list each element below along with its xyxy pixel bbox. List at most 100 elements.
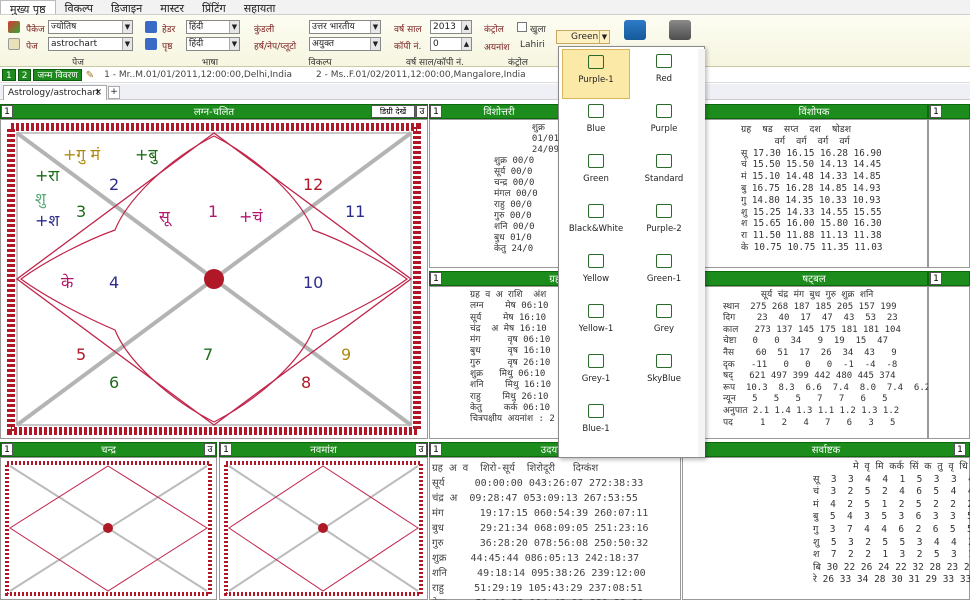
menu-design[interactable]: डिजाइन (102, 0, 151, 15)
theme-blue-1[interactable]: Blue-1 (562, 399, 630, 449)
package-select[interactable]: ज्योतिष ▼ (48, 20, 133, 34)
open-checkbox[interactable] (517, 22, 527, 32)
house-4: 4 (109, 273, 119, 292)
theme-label: Green (583, 174, 609, 184)
theme-yellow[interactable]: Yellow (562, 249, 630, 299)
menu-options[interactable]: विकल्प (56, 0, 102, 15)
package-label: पैकेज (26, 25, 45, 35)
menu-help[interactable]: सहायता (235, 0, 285, 15)
theme-label: Yellow (582, 274, 610, 284)
right-body-2 (928, 286, 970, 439)
center-emblem (204, 269, 224, 289)
printer-icon[interactable] (669, 20, 691, 40)
copy-stepper[interactable]: 0 ▲ (430, 37, 472, 51)
page2-select[interactable]: हिंदी ▼ (186, 37, 240, 51)
theme-icon (656, 154, 672, 168)
theme-green[interactable]: Green (562, 149, 630, 199)
theme-label: Green-1 (646, 274, 682, 284)
menu-printing[interactable]: प्रिंटिंग (193, 0, 235, 15)
year-stepper[interactable]: 2013 ▲ (430, 20, 472, 34)
house-8: 8 (301, 373, 311, 392)
theme-skyblue[interactable]: SkyBlue (630, 349, 698, 399)
theme-purple-1[interactable]: Purple-1 (562, 49, 630, 99)
shadbal-title: षट्बल (802, 274, 826, 285)
degree-view-button[interactable]: डिग्री देखें (371, 105, 415, 118)
shadbal-header: षट्बल (700, 271, 928, 286)
right-number-button[interactable]: 1 (930, 105, 942, 118)
lagna-chart: 1 2 3 4 5 6 7 8 9 10 11 12 सू +चं +गु मं… (7, 123, 421, 435)
house-12: 12 (303, 175, 323, 194)
udayast-table: ग्रह अ व शिरो-सूर्य शिरोदूरी दिग्कंश सूर… (432, 463, 649, 600)
theme-blue[interactable]: Blue (562, 99, 630, 149)
right-body-1 (928, 119, 970, 268)
stepper-icon: ▲ (461, 38, 471, 50)
theme-grey-1[interactable]: Grey-1 (562, 349, 630, 399)
theme-purple-2[interactable]: Purple-2 (630, 199, 698, 249)
page-select[interactable]: astrochart ▼ (48, 37, 133, 51)
theme-label: Blue-1 (582, 424, 610, 434)
graha-number-button[interactable]: 1 (430, 272, 442, 285)
theme-label: Purple-1 (578, 75, 614, 85)
pencil-icon[interactable]: ✎ (86, 70, 94, 81)
house-2: 2 (109, 175, 119, 194)
house-3: 3 (76, 202, 86, 221)
planet-jupiter-mars: +गु मं (63, 145, 101, 165)
vimshottari-title: विंशोत्तरी (483, 107, 515, 118)
house-5: 5 (76, 345, 86, 364)
right-number-button-2[interactable]: 1 (930, 272, 942, 285)
theme-grey[interactable]: Grey (630, 299, 698, 349)
person-2-info: 2 - Ms..F.01/02/2011,12:00:00,Mangalore,… (316, 70, 526, 80)
birth-details-button[interactable]: जन्म विवरण (33, 69, 82, 81)
theme-yellow-1[interactable]: Yellow-1 (562, 299, 630, 349)
person-1-button[interactable]: 1 (2, 69, 16, 81)
theme-icon (588, 304, 604, 318)
theme-standard[interactable]: Standard (630, 149, 698, 199)
color-theme-menu: Purple-1 Red Blue Purple Green Standard … (558, 46, 705, 458)
theme-red[interactable]: Red (630, 49, 698, 99)
language-icon (145, 38, 157, 50)
computer-icon[interactable] (624, 20, 646, 40)
package-icon (8, 21, 20, 33)
group-option-label: विकल्प (308, 58, 332, 68)
theme-black-white[interactable]: Black&White (562, 199, 630, 249)
kundli-select[interactable]: उत्तर भारतीय ▼ (309, 20, 381, 34)
theme-purple[interactable]: Purple (630, 99, 698, 149)
lagna-u-button[interactable]: उ (416, 105, 428, 118)
menu-bar: मुख्य पृष्ठ विकल्प डिजाइन मास्टर प्रिंटि… (0, 0, 970, 16)
lagna-panel-header: लग्न-चलित (0, 104, 428, 119)
person-2-button[interactable]: 2 (17, 69, 32, 81)
chandra-body (0, 457, 217, 600)
chandra-u-button[interactable]: उ (204, 443, 216, 456)
theme-label: Purple (650, 124, 678, 134)
menu-home[interactable]: मुख्य पृष्ठ (0, 0, 56, 16)
vimshottari-number-button[interactable]: 1 (430, 105, 442, 118)
udayast-number-button[interactable]: 1 (430, 443, 442, 456)
vishopak-body: ग्रह षड सप्त दश षोडश वर्ग वर्ग वर्ग वर्ग… (700, 119, 928, 268)
sarvashtak-body: मे वृ मि कर्क सिं क तु वृ धि म सू 3 3 4 … (682, 457, 970, 600)
graha-spasht-table: ग्रह व अ राशि अंश लग्न मेष 06:10 सूर्य म… (470, 290, 555, 425)
navamsh-number-button[interactable]: 1 (220, 443, 232, 456)
color-theme-dropdown[interactable]: Green ▼ (556, 30, 610, 44)
header-select[interactable]: हिंदी ▼ (186, 20, 240, 34)
navamsh-chart (224, 461, 423, 596)
tab-astrochart[interactable]: Astrology/astrochart ✕ (3, 85, 107, 100)
new-tab-button[interactable]: + (108, 86, 120, 99)
center-emblem (103, 523, 113, 533)
shadow-planets-label: हर्ष/नेप/प्लूटो (254, 42, 297, 52)
navamsh-u-button[interactable]: उ (415, 443, 427, 456)
sarvashtak-table: मे वृ मि कर्क सिं क तु वृ धि म सू 3 3 4 … (813, 461, 970, 586)
chandra-number-button[interactable]: 1 (1, 443, 13, 456)
close-icon[interactable]: ✕ (94, 88, 102, 98)
menu-master[interactable]: मास्टर (151, 0, 193, 15)
theme-icon (588, 354, 604, 368)
house-10: 10 (303, 273, 323, 292)
shadow-planets-select[interactable]: अयुक्त ▼ (309, 37, 381, 51)
theme-icon (656, 204, 672, 218)
lagna-number-button[interactable]: 1 (1, 105, 13, 118)
sarvashtak-number-button[interactable]: 1 (954, 443, 966, 456)
theme-green-1[interactable]: Green-1 (630, 249, 698, 299)
dropdown-scrollbar[interactable] (698, 49, 705, 457)
vishopak-header: विंशोपक (700, 104, 928, 119)
shadbal-body: सूर्य चंद्र मंग बुध गुरु शुक्र शनि स्थान… (700, 286, 930, 439)
vishopak-title: विंशोपक (798, 107, 830, 118)
